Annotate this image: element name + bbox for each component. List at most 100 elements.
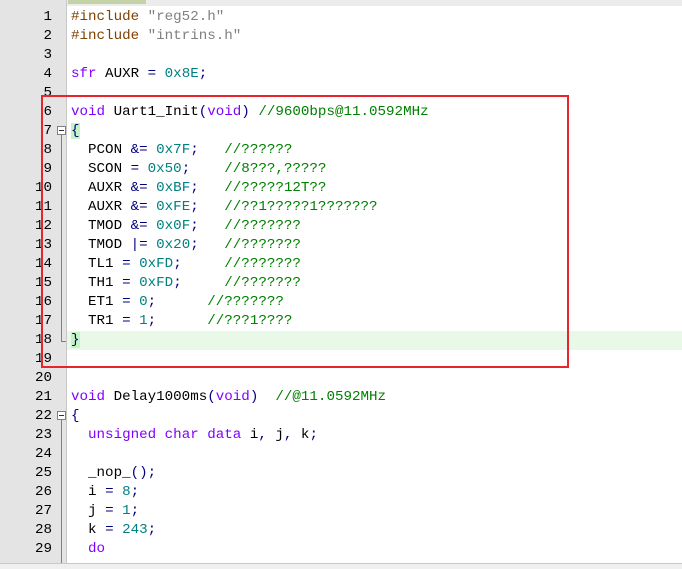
code-token: TMOD — [71, 237, 131, 253]
code-line[interactable]: 28 k = 243; — [0, 521, 682, 540]
line-number: 8 — [43, 142, 52, 158]
code-line[interactable]: 6 void Uart1_Init(void) //9600bps@11.0592… — [0, 103, 682, 122]
code-token: Uart1_Init — [105, 104, 199, 120]
code-line[interactable]: 8 PCON &= 0x7F; //?????? — [0, 141, 682, 160]
line-number: 7 — [43, 123, 52, 139]
code-line[interactable]: 24 — [0, 445, 682, 464]
code-line[interactable]: 18} — [0, 331, 682, 350]
horizontal-scrollbar[interactable] — [0, 563, 682, 569]
code-token: &= — [130, 180, 148, 196]
code-token: 243 — [122, 522, 148, 538]
code-line[interactable]: 1 #include "reg52.h" — [0, 8, 682, 27]
code-line[interactable]: 4 sfr AUXR = 0x8E; — [0, 65, 682, 84]
tab-bar-edge — [0, 0, 682, 6]
code-text: _nop_(); — [71, 464, 156, 483]
code-line[interactable]: 12 TMOD &= 0x0F; //??????? — [0, 217, 682, 236]
code-token: //?????12T?? — [224, 180, 327, 196]
code-token: ; — [190, 237, 199, 253]
code-token: 0xBF — [156, 180, 191, 196]
code-line[interactable]: 2 #include "intrins.h" — [0, 27, 682, 46]
code-line[interactable]: 9 SCON = 0x50; //8???,????? — [0, 160, 682, 179]
code-token: #include — [71, 28, 148, 44]
code-token: SCON — [71, 161, 131, 177]
code-token: ; — [198, 66, 208, 82]
code-token: TMOD — [71, 218, 131, 234]
code-line[interactable]: 26 i = 8; — [0, 483, 682, 502]
code-line[interactable]: 5 — [0, 84, 682, 103]
code-line[interactable]: 23 unsigned char data i, j, k; — [0, 426, 682, 445]
code-token: ; — [190, 218, 199, 234]
code-line[interactable]: 22 { — [0, 407, 682, 426]
code-line[interactable]: 3 — [0, 46, 682, 65]
code-line[interactable]: 15 TH1 = 0xFD; //??????? — [0, 274, 682, 293]
code-token: void — [207, 104, 242, 120]
code-token: void — [71, 389, 106, 405]
code-line[interactable]: 16 ET1 = 0; //??????? — [0, 293, 682, 312]
code-token: i — [241, 427, 259, 443]
fold-toggle-icon[interactable] — [57, 126, 66, 135]
code-token: k — [71, 522, 106, 538]
code-token: TL1 — [71, 256, 123, 272]
code-text: TL1 = 0xFD; //??????? — [71, 255, 301, 274]
code-token: , — [258, 427, 267, 443]
code-text: sfr AUXR = 0x8E; — [71, 65, 207, 84]
code-line[interactable]: 11 AUXR &= 0xFE; //??1?????1??????? — [0, 198, 682, 217]
code-token: TH1 — [71, 275, 123, 291]
code-line[interactable]: 21 void Delay1000ms(void) //@11.0592MHz — [0, 388, 682, 407]
matched-brace: { — [71, 123, 80, 139]
code-token: //???1???? — [207, 313, 293, 329]
code-line[interactable]: 17 TR1 = 1; //???1???? — [0, 312, 682, 331]
line-number: 21 — [34, 389, 52, 405]
code-line[interactable]: 10 AUXR &= 0xBF; //?????12T?? — [0, 179, 682, 198]
code-text: TH1 = 0xFD; //??????? — [71, 274, 301, 293]
code-token: AUXR — [71, 199, 131, 215]
code-token: ; — [190, 199, 199, 215]
code-token: ; — [130, 503, 140, 519]
active-tab-edge[interactable] — [68, 0, 146, 4]
code-token: sfr — [71, 66, 97, 82]
code-token: ( — [198, 104, 208, 120]
code-token: ( — [207, 389, 216, 405]
code-token: = — [122, 256, 131, 272]
fold-end-marker — [61, 341, 66, 342]
code-token: ; — [190, 142, 199, 158]
code-token: data — [207, 427, 242, 443]
code-line[interactable]: 14 TL1 = 0xFD; //??????? — [0, 255, 682, 274]
code-text: AUXR &= 0xFE; //??1?????1??????? — [71, 198, 378, 217]
code-line[interactable]: 27 j = 1; — [0, 502, 682, 521]
code-token: char — [164, 427, 199, 443]
code-editor[interactable]: 1 #include "reg52.h" 2 #include "intrins.h"… — [0, 0, 682, 569]
code-line[interactable]: 25 _nop_(); — [0, 464, 682, 483]
line-number: 4 — [43, 66, 52, 82]
code-line[interactable]: 13 TMOD |= 0x20; //??????? — [0, 236, 682, 255]
code-text: #include "reg52.h" — [71, 8, 224, 27]
code-token: i — [71, 484, 106, 500]
code-token: 1 — [122, 503, 131, 519]
code-token: 1 — [139, 313, 148, 329]
code-token: AUXR — [96, 66, 148, 82]
code-token: ; — [130, 484, 140, 500]
code-text: TR1 = 1; //???1???? — [71, 312, 292, 331]
code-line[interactable]: 29 do — [0, 540, 682, 559]
code-text: i = 8; — [71, 483, 139, 502]
code-token: = — [122, 275, 131, 291]
fold-toggle-icon[interactable] — [57, 411, 66, 420]
code-text: do — [71, 540, 105, 559]
code-text: { — [71, 407, 80, 426]
code-line[interactable]: 19 — [0, 350, 682, 369]
code-line[interactable]: 7{ — [0, 122, 682, 141]
code-line[interactable]: 20 — [0, 369, 682, 388]
code-token: 0x50 — [147, 161, 182, 177]
